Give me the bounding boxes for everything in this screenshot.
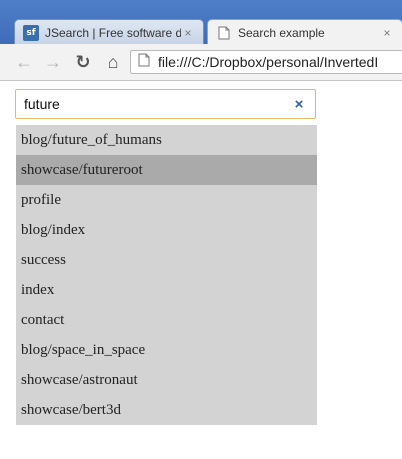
reload-icon[interactable]: ↻ [72,52,94,72]
tab-search-example[interactable]: Search example × [207,19,402,45]
address-bar[interactable]: file:///C:/Dropbox/personal/InvertedI [130,50,402,74]
clear-icon[interactable]: × [292,97,306,112]
browser-titlebar: sf JSearch | Free software dov × Search … [0,0,402,45]
result-item[interactable]: blog/index [16,215,317,245]
result-item[interactable]: success [16,245,317,275]
result-item[interactable]: blog/future_of_humans [16,125,317,155]
result-item[interactable]: contact [16,305,317,335]
result-item[interactable]: showcase/bert3d [16,395,317,425]
search-input[interactable] [24,96,286,112]
result-item[interactable]: showcase/astronaut [16,365,317,395]
close-icon[interactable]: × [380,26,394,40]
result-item[interactable]: profile [16,185,317,215]
forward-arrow-icon[interactable]: → [42,52,64,72]
result-item[interactable]: blog/space_in_space [16,335,317,365]
autocomplete-results: blog/future_of_humans showcase/futureroo… [16,125,317,425]
result-item-selected[interactable]: showcase/futureroot [16,155,317,185]
page-icon [138,53,152,72]
tab-title: Search example [238,25,325,40]
sf-icon: sf [23,24,39,41]
tab-jsearch[interactable]: sf JSearch | Free software dov × [14,19,204,45]
close-icon[interactable]: × [181,26,195,40]
page-icon [216,25,232,41]
tab-title: JSearch | Free software dov [45,25,181,40]
back-arrow-icon[interactable]: ← [13,52,35,72]
url-text[interactable]: file:///C:/Dropbox/personal/InvertedI [158,54,378,70]
browser-toolbar: ← → ↻ ⌂ file:///C:/Dropbox/personal/Inve… [0,44,402,81]
search-box: × [15,89,316,119]
result-item[interactable]: index [16,275,317,305]
home-icon[interactable]: ⌂ [102,52,124,72]
